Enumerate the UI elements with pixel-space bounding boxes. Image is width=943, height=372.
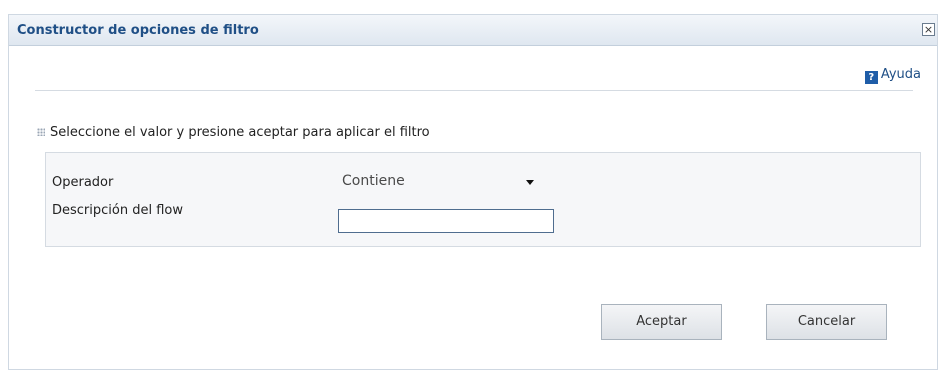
instruction-text: Seleccione el valor y presione aceptar p… [37, 125, 430, 140]
dialog-titlebar: Constructor de opciones de filtro × [9, 15, 937, 46]
close-icon[interactable]: × [922, 23, 935, 36]
dialog-title: Constructor de opciones de filtro [17, 23, 259, 38]
help-icon: ? [864, 71, 878, 84]
cancel-button[interactable]: Cancelar [766, 304, 887, 340]
instruction-label: Seleccione el valor y presione aceptar p… [50, 125, 430, 140]
operator-select-value: Contiene [342, 173, 405, 189]
filter-panel: Operador Contiene Descripción del flow [45, 152, 921, 247]
operator-label: Operador [52, 175, 114, 190]
help-label: Ayuda [880, 67, 921, 82]
description-input[interactable] [338, 209, 554, 233]
help-divider [35, 90, 913, 91]
accept-button[interactable]: Aceptar [601, 304, 722, 340]
operator-select[interactable]: Contiene [338, 172, 538, 192]
dotted-bullet-icon [37, 128, 45, 136]
description-label: Descripción del flow [52, 203, 183, 218]
help-link[interactable]: ? Ayuda [864, 67, 921, 84]
filter-builder-dialog: Constructor de opciones de filtro × ? Ayu… [8, 14, 938, 370]
chevron-down-icon[interactable] [526, 180, 534, 185]
